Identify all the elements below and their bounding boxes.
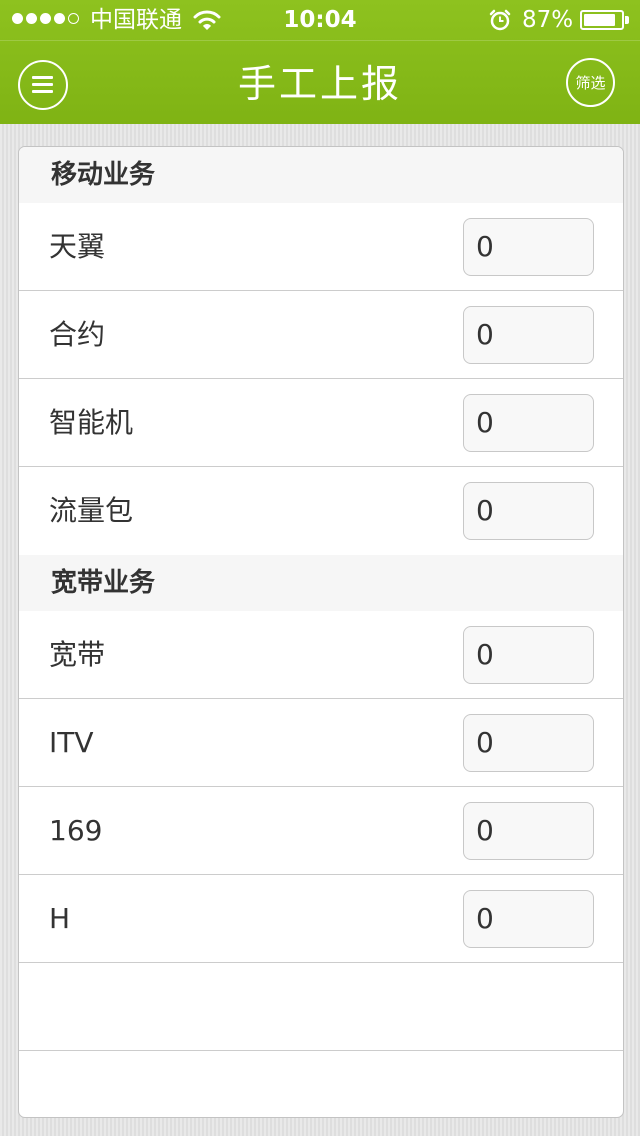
row-label: 天翼 <box>49 230 106 263</box>
section-title: 宽带业务 <box>51 568 156 598</box>
filter-button[interactable]: 筛选 <box>566 58 615 107</box>
row-label: ITV <box>49 726 94 759</box>
status-bar: 中国联通 10:04 87% <box>0 0 640 41</box>
row-label: 智能机 <box>49 406 134 439</box>
row-label: 流量包 <box>49 494 134 527</box>
quantity-input[interactable]: 0 <box>463 626 594 684</box>
quantity-input[interactable]: 0 <box>463 890 594 948</box>
quantity-input[interactable]: 0 <box>463 306 594 364</box>
list-row: ITV 0 <box>19 699 623 787</box>
list-row: 天翼 0 <box>19 203 623 291</box>
nav-bar: 手工上报 筛选 <box>0 41 640 124</box>
row-label: H <box>49 902 71 935</box>
quantity-input[interactable]: 0 <box>463 714 594 772</box>
quantity-input[interactable]: 0 <box>463 802 594 860</box>
list-row: 合约 0 <box>19 291 623 379</box>
battery-cap <box>625 16 629 24</box>
row-divider <box>19 1050 623 1051</box>
list-row: H 0 <box>19 875 623 963</box>
quantity-input[interactable]: 0 <box>463 482 594 540</box>
section-title: 移动业务 <box>51 160 156 190</box>
battery-icon <box>580 10 624 30</box>
app-header: 中国联通 10:04 87% 手工上报 筛选 <box>0 0 640 124</box>
list-row: 宽带 0 <box>19 611 623 699</box>
row-label: 宽带 <box>49 638 106 671</box>
battery-percentage: 87% <box>522 7 574 33</box>
section-header-mobile: 移动业务 <box>19 147 623 203</box>
section-header-broadband: 宽带业务 <box>19 555 623 611</box>
report-card: 移动业务 天翼 0 合约 0 智能机 0 流量包 0 宽带业务 宽带 0 ITV… <box>18 146 624 1118</box>
quantity-input[interactable]: 0 <box>463 218 594 276</box>
list-row: 智能机 0 <box>19 379 623 467</box>
row-label: 169 <box>49 814 103 847</box>
list-row: 流量包 0 <box>19 467 623 555</box>
page-title: 手工上报 <box>237 62 402 106</box>
row-label: 合约 <box>49 318 106 351</box>
battery-level-fill <box>584 14 616 26</box>
empty-row <box>19 963 623 1051</box>
list-row: 169 0 <box>19 787 623 875</box>
alarm-clock-icon <box>489 9 511 31</box>
quantity-input[interactable]: 0 <box>463 394 594 452</box>
